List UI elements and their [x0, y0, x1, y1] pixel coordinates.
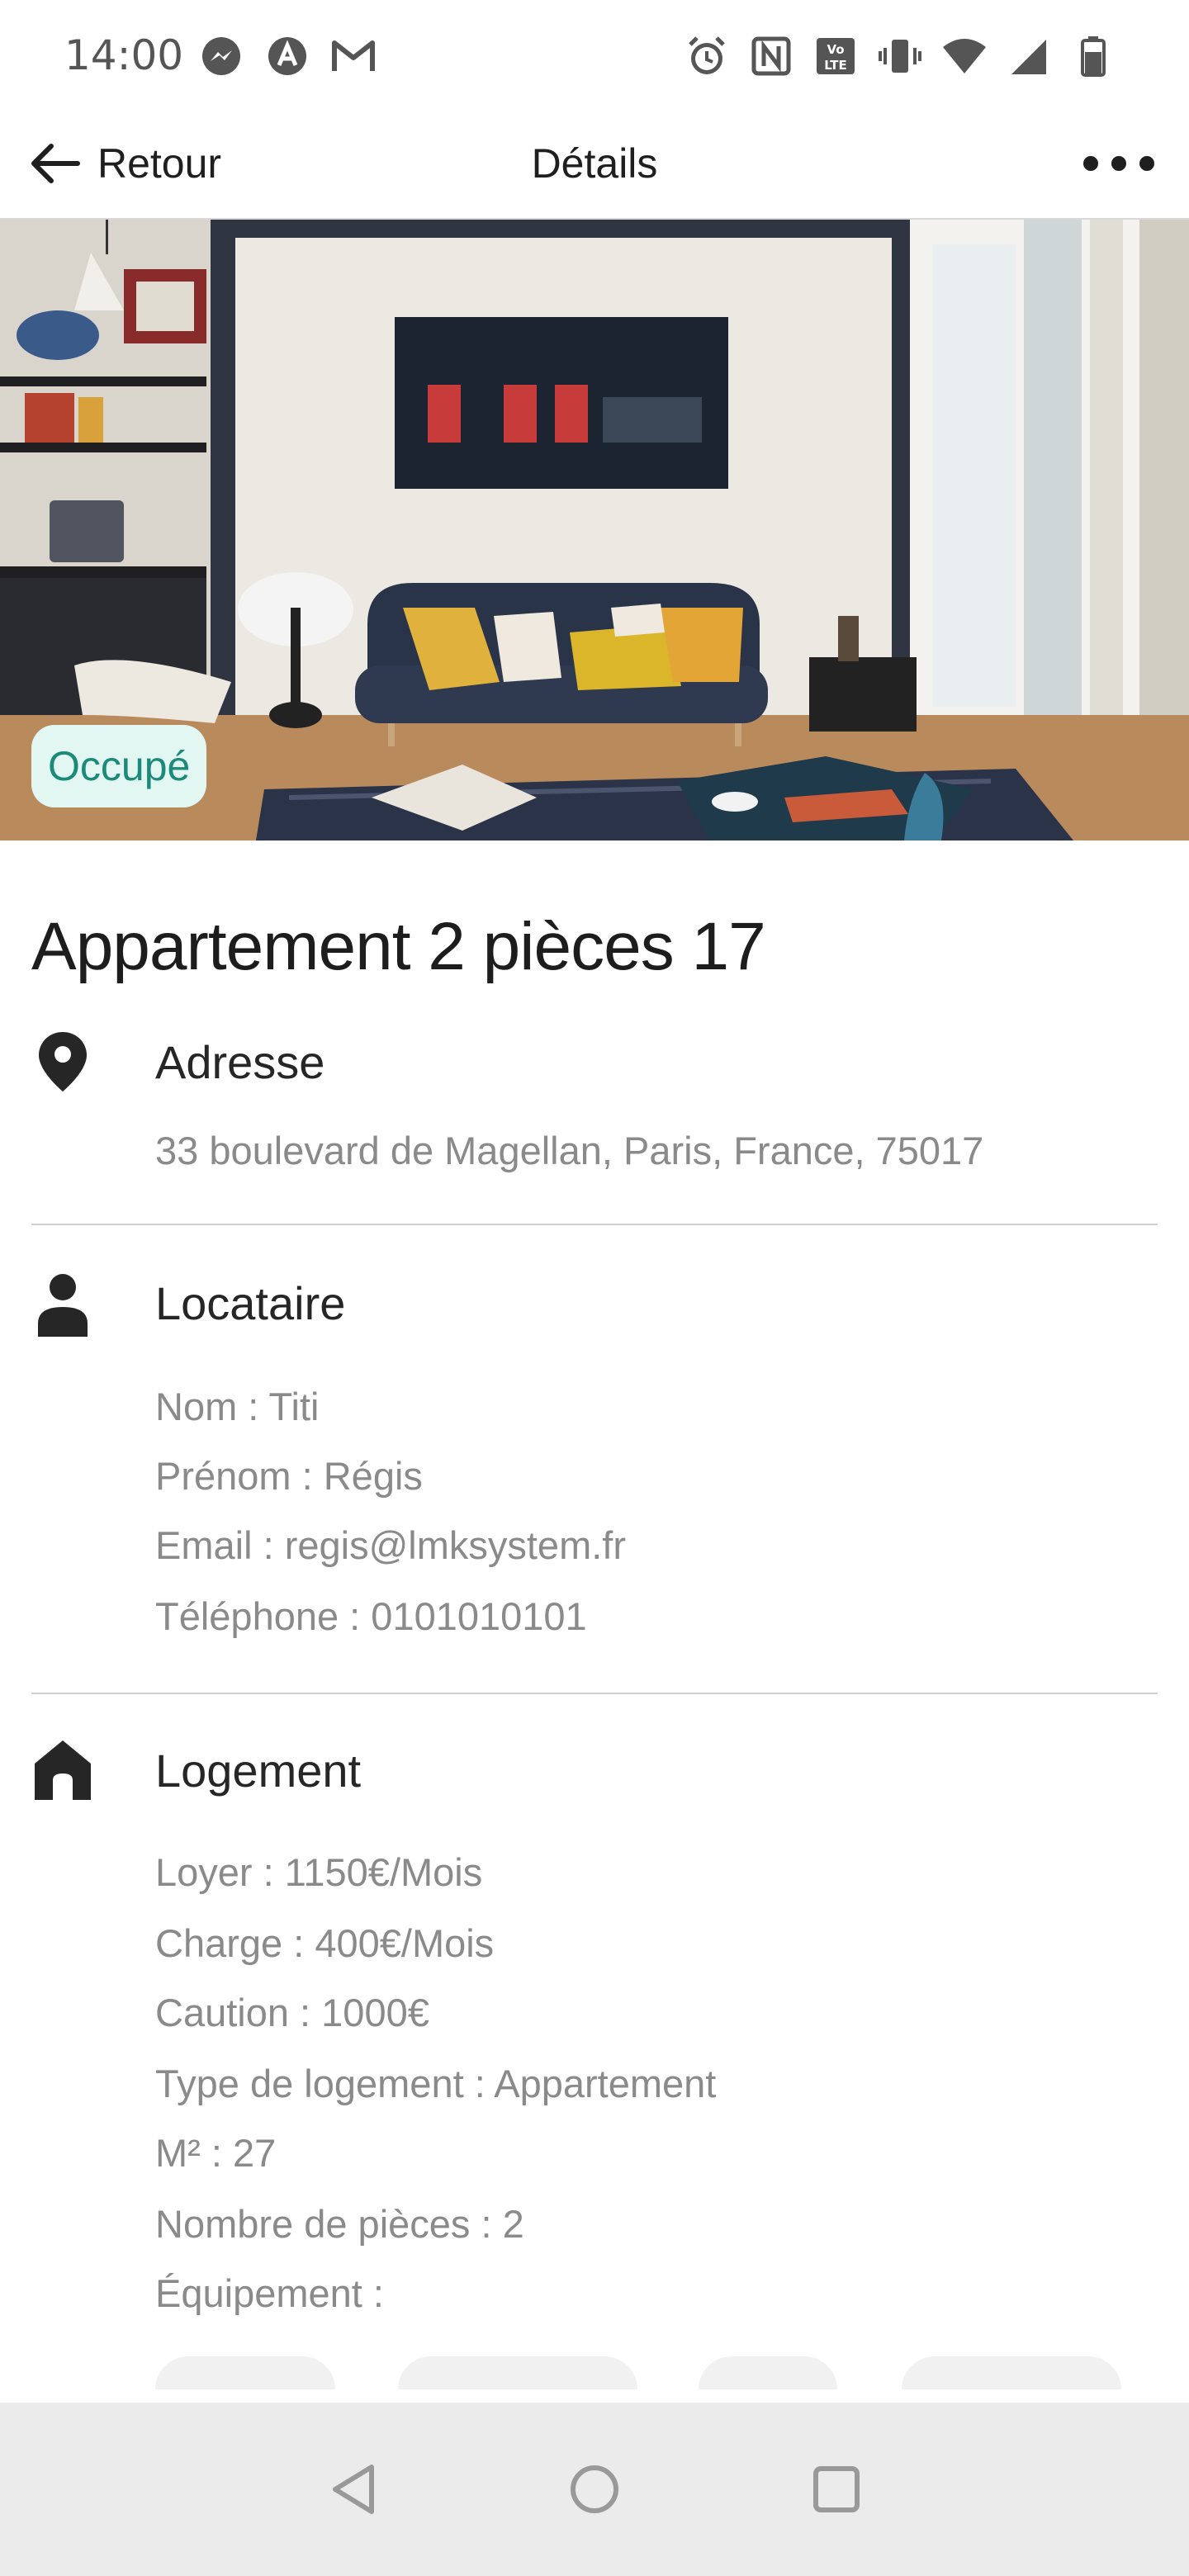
housing-area: M² : 27 [155, 2131, 277, 2175]
messenger-icon [198, 33, 244, 79]
nav-home-icon [571, 2465, 618, 2513]
nav-recents-button[interactable] [791, 2444, 882, 2535]
housing-type: Type de logement : Appartement [155, 2062, 717, 2105]
equipment-chip[interactable] [699, 2356, 837, 2389]
svg-text:Vo: Vo [827, 42, 844, 57]
equipment-chip[interactable] [398, 2356, 637, 2389]
person-icon [31, 1271, 94, 1338]
top-app-bar: Retour Détails [0, 107, 1189, 220]
divider [31, 1224, 1158, 1225]
tenant-phone: Téléphone : 0101010101 [155, 1594, 587, 1638]
housing-heading: Logement [155, 1745, 362, 1797]
more-horizontal-icon [1083, 156, 1098, 171]
system-navigation-bar [0, 2403, 1189, 2576]
location-pin-icon [31, 1029, 94, 1095]
gmail-icon [330, 33, 377, 79]
divider [31, 1693, 1158, 1694]
address-heading: Adresse [155, 1036, 325, 1088]
nav-back-button[interactable] [309, 2444, 400, 2535]
housing-rent: Loyer : 1150€/Mois [155, 1850, 483, 1894]
equipment-chip[interactable] [902, 2356, 1121, 2389]
app-icon [264, 33, 310, 79]
status-bar: 14:00 Vo LTE [0, 0, 1189, 107]
alarm-icon [684, 33, 730, 79]
nav-back-icon [333, 2465, 374, 2514]
back-label: Retour [97, 140, 222, 187]
volte-icon: Vo LTE [812, 33, 859, 79]
housing-equipment-label: Équipement : [155, 2271, 384, 2315]
tenant-heading: Locataire [155, 1277, 346, 1329]
nav-home-button[interactable] [549, 2444, 640, 2535]
status-badge: Occupé [31, 725, 207, 807]
status-right-icons: Vo LTE [684, 33, 1116, 79]
vibrate-icon [877, 33, 923, 79]
nav-recents-icon [813, 2466, 860, 2512]
signal-icon [1006, 33, 1052, 79]
svg-text:LTE: LTE [824, 58, 847, 73]
status-left-icons [198, 33, 377, 79]
housing-charge: Charge : 400€/Mois [155, 1921, 495, 1965]
wifi-icon [941, 33, 988, 79]
back-button[interactable]: Retour [30, 124, 221, 203]
more-options-button[interactable] [1073, 124, 1164, 203]
nfc-icon [748, 33, 794, 79]
tenant-name: Nom : Titi [155, 1385, 320, 1428]
address-value: 33 boulevard de Magellan, Paris, France,… [155, 1129, 984, 1172]
tenant-firstname: Prénom : Régis [155, 1454, 423, 1498]
battery-icon [1070, 33, 1116, 79]
status-time: 14:00 [64, 31, 184, 79]
housing-rooms: Nombre de pièces : 2 [155, 2202, 524, 2246]
arrow-left-icon [31, 144, 80, 183]
property-title: Appartement 2 pièces 17 [31, 909, 766, 984]
home-icon [31, 1737, 94, 1803]
equipment-chip[interactable] [155, 2356, 335, 2389]
housing-deposit: Caution : 1000€ [155, 1991, 429, 2034]
tenant-email: Email : regis@lmksystem.fr [155, 1523, 626, 1567]
